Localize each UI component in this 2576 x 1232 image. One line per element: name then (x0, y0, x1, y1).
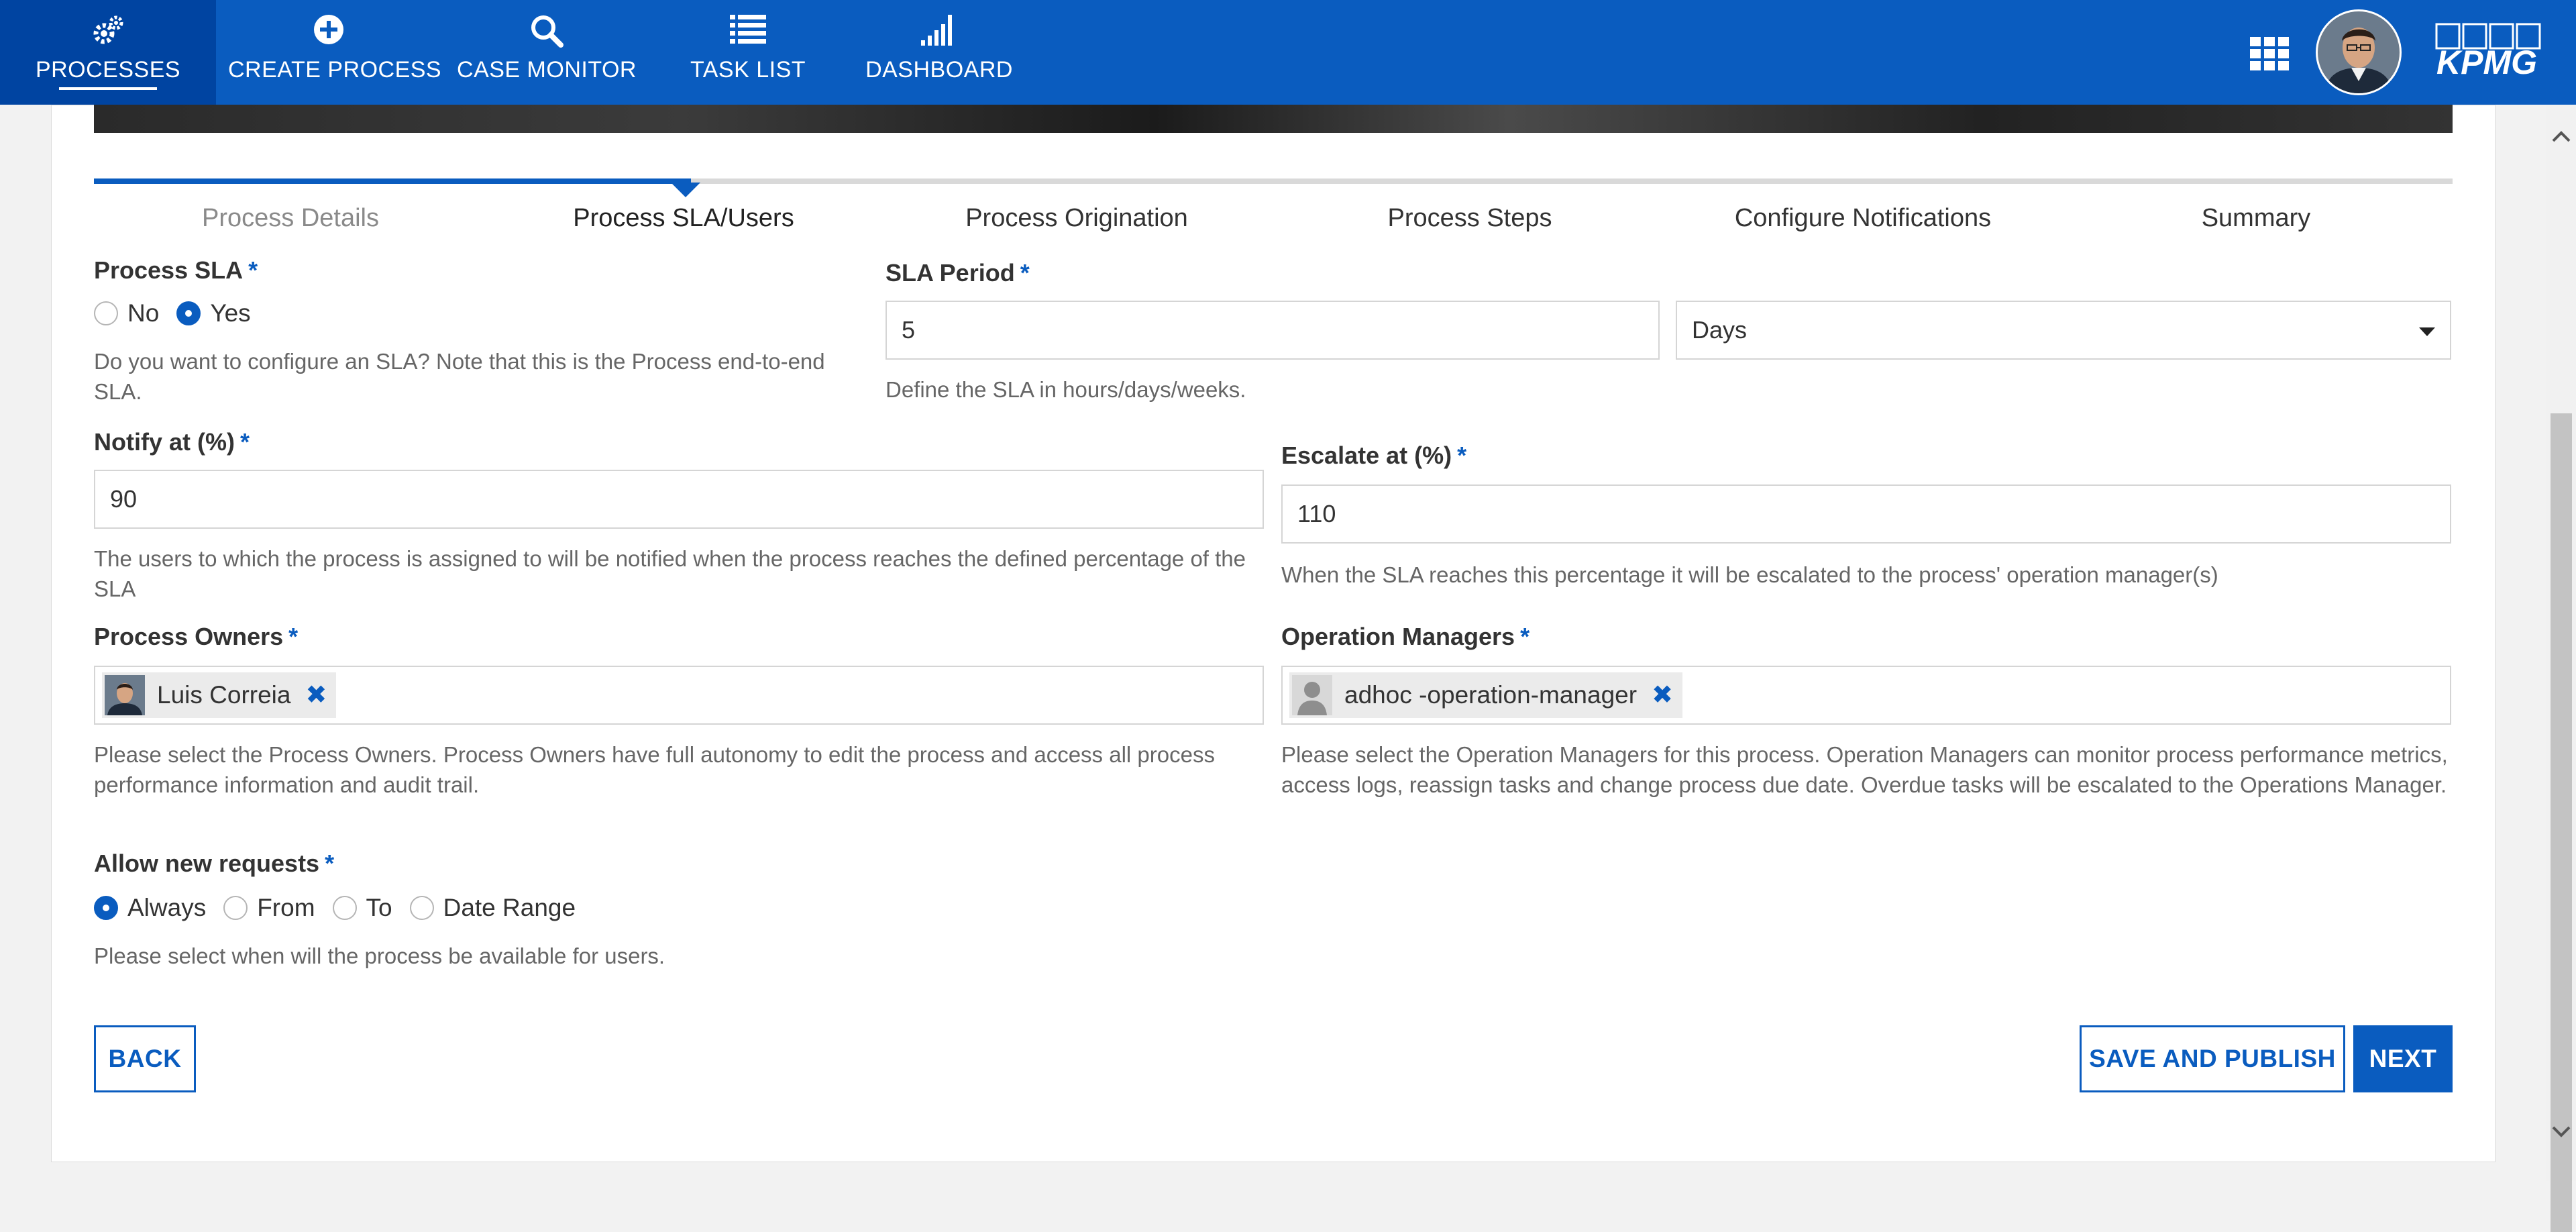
back-button[interactable]: BACK (94, 1025, 196, 1092)
sla-unit-select[interactable]: Days (1676, 301, 2451, 360)
nav-label: DASHBOARD (865, 57, 1013, 83)
step-summary[interactable]: Summary (2059, 201, 2453, 235)
manager-chip: adhoc -operation-manager ✖ (1289, 672, 1682, 718)
process-sla-radio-group: No Yes (94, 299, 268, 327)
user-avatar[interactable] (2316, 9, 2402, 95)
operation-managers-label: Operation Managers * (1281, 623, 1530, 650)
process-owners-label: Process Owners * (94, 623, 299, 650)
process-sla-label: Process SLA * (94, 256, 258, 284)
allow-new-requests-label: Allow new requests * (94, 850, 335, 877)
list-icon (664, 13, 832, 48)
stepper-progress (94, 178, 691, 184)
scrollbar-thumb[interactable] (2551, 413, 2572, 1232)
process-owners-help: Please select the Process Owners. Proces… (94, 742, 1215, 797)
allow-new-requests-help: Please select when will the process be a… (94, 943, 665, 968)
sla-period-label: SLA Period * (885, 259, 1030, 287)
owner-chip: Luis Correia ✖ (102, 672, 337, 718)
step-process-details[interactable]: Process Details (94, 201, 487, 235)
sla-period-help: Define the SLA in hours/days/weeks. (885, 377, 1246, 402)
date-range-radio[interactable]: Date Range (409, 894, 576, 922)
header-banner-image (94, 105, 2453, 133)
sla-yes-radio[interactable]: Yes (176, 299, 251, 327)
notify-at-input[interactable]: 90 (94, 470, 1264, 529)
allow-new-requests-radio-group: Always From To Date Range (94, 894, 593, 922)
form-card (51, 105, 2496, 1162)
nav-processes[interactable]: PROCESSES (0, 0, 216, 105)
always-radio[interactable]: Always (94, 894, 206, 922)
caret-down-icon (2419, 327, 2435, 336)
svg-text:KPMG: KPMG (2436, 44, 2537, 81)
chevron-down-icon[interactable] (2552, 1126, 2571, 1141)
escalate-at-label: Escalate at (%) * (1281, 442, 1467, 469)
nav-case-monitor[interactable]: CASE MONITOR (449, 0, 644, 105)
process-sla-help: Do you want to configure an SLA? Note th… (94, 349, 825, 404)
from-radio[interactable]: From (223, 894, 315, 922)
sla-no-radio[interactable]: No (94, 299, 159, 327)
next-button[interactable]: NEXT (2353, 1025, 2453, 1092)
nav-label: CASE MONITOR (457, 57, 637, 83)
page-scrollbar[interactable] (2546, 105, 2576, 1232)
nav-label: CREATE PROCESS (228, 57, 442, 83)
kpmg-logo: KPMG (2428, 20, 2549, 87)
nav-create-process[interactable]: CREATE PROCESS (228, 0, 442, 105)
remove-chip-icon[interactable]: ✖ (305, 682, 327, 708)
escalate-at-help: When the SLA reaches this percentage it … (1281, 562, 2218, 587)
plus-circle-icon (228, 13, 429, 48)
search-icon (449, 13, 644, 48)
nav-dashboard[interactable]: DASHBOARD (859, 0, 1020, 105)
top-navigation-bar: PROCESSES CREATE PROCESS CASE MONITOR TA… (0, 0, 2576, 105)
active-underline (59, 87, 157, 90)
to-radio[interactable]: To (332, 894, 392, 922)
step-configure-notifications[interactable]: Configure Notifications (1666, 201, 2059, 235)
nav-task-list[interactable]: TASK LIST (664, 0, 832, 105)
stepper-current-marker (671, 183, 700, 197)
step-process-sla-users[interactable]: Process SLA/Users (487, 201, 880, 235)
user-placeholder-icon (1292, 675, 1332, 715)
step-process-steps[interactable]: Process Steps (1273, 201, 1666, 235)
sla-period-input[interactable]: 5 (885, 301, 1660, 360)
notify-at-help: The users to which the process is assign… (94, 546, 1246, 601)
nav-label: TASK LIST (690, 57, 806, 83)
remove-chip-icon[interactable]: ✖ (1652, 682, 1673, 708)
process-owners-field[interactable]: Luis Correia ✖ (94, 666, 1264, 725)
nav-label: PROCESSES (35, 57, 181, 83)
operation-managers-field[interactable]: adhoc -operation-manager ✖ (1281, 666, 2451, 725)
chevron-up-icon[interactable] (2552, 130, 2571, 146)
step-process-origination[interactable]: Process Origination (880, 201, 1273, 235)
escalate-at-input[interactable]: 110 (1281, 484, 2451, 544)
operation-managers-help: Please select the Operation Managers for… (1281, 742, 2448, 797)
owner-avatar (105, 675, 145, 715)
save-and-publish-button[interactable]: SAVE AND PUBLISH (2080, 1025, 2345, 1092)
signal-bars-icon (859, 13, 1020, 48)
gears-icon (0, 13, 216, 48)
apps-grid-icon[interactable] (2250, 37, 2289, 74)
notify-at-label: Notify at (%) * (94, 428, 250, 456)
